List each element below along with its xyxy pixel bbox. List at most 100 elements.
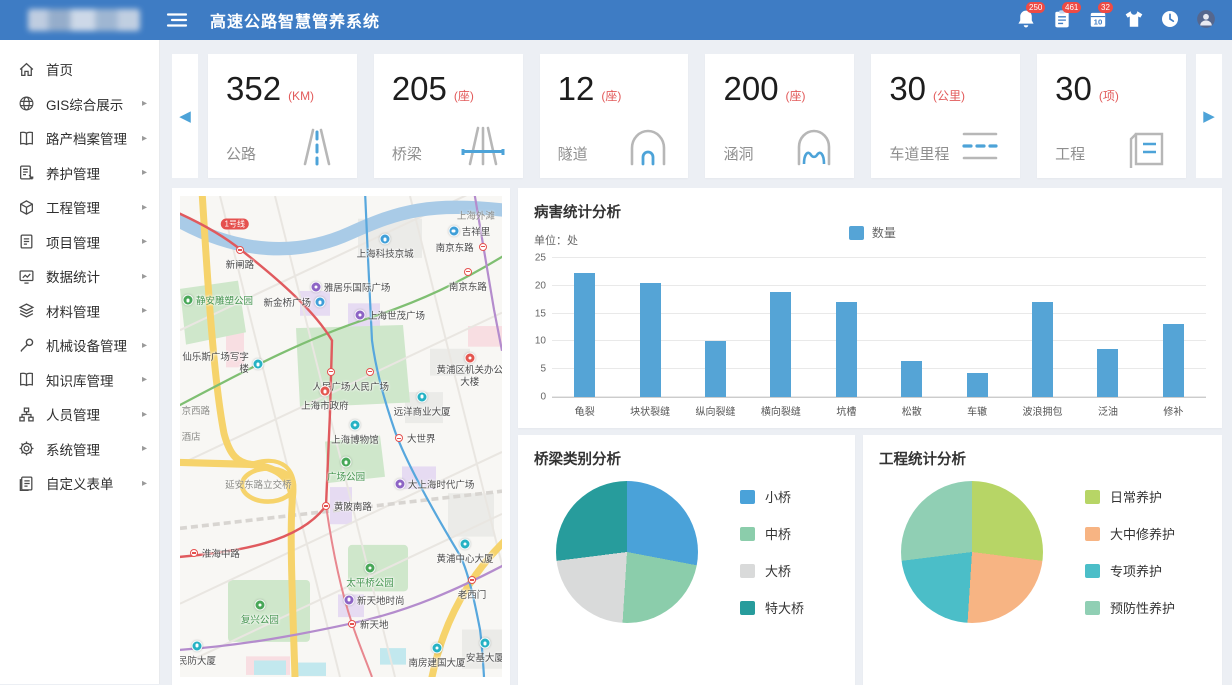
map-poi-marker xyxy=(364,562,375,573)
legend-item-日常养护[interactable]: 日常养护 xyxy=(1085,487,1175,506)
legend-item-特大桥[interactable]: 特大桥 xyxy=(740,598,804,617)
sidebar-item-知识库管理[interactable]: 知识库管理▸ xyxy=(0,363,159,398)
bar-纵向裂缝[interactable] xyxy=(683,258,748,397)
knowledge-icon xyxy=(18,371,35,388)
sidebar-item-工程管理[interactable]: 工程管理▸ xyxy=(0,190,159,225)
legend-item-专项养护[interactable]: 专项养护 xyxy=(1085,561,1175,580)
sidebar-item-自定义表单[interactable]: 自定义表单▸ xyxy=(0,466,159,501)
sidebar-item-系统管理[interactable]: 系统管理▸ xyxy=(0,432,159,467)
map-label: 新天地 xyxy=(360,617,389,631)
stat-card-公路[interactable]: 352(KM)公路 xyxy=(208,54,357,178)
map-poi-marker xyxy=(354,309,365,320)
legend-item-小桥[interactable]: 小桥 xyxy=(740,487,804,506)
bar-块状裂缝[interactable] xyxy=(617,258,682,397)
map-poi-marker xyxy=(464,353,475,364)
stat-card-车道里程[interactable]: 30(公里)车道里程 xyxy=(871,54,1020,178)
map-poi-marker xyxy=(349,419,360,430)
pie-legend: 小桥中桥大桥特大桥 xyxy=(740,487,804,617)
stat-card-工程[interactable]: 30(项) 工程 xyxy=(1037,54,1186,178)
calendar-icon[interactable]: 1032 xyxy=(1088,9,1110,31)
bar-value xyxy=(574,273,595,397)
legend-label: 大桥 xyxy=(765,561,791,580)
map-labels-layer: 上海外滩1号线新闸路上海科技京城吉祥里南京东路南京东路新金桥广场雅居乐国际广场上… xyxy=(180,196,502,677)
stat-card-涵洞[interactable]: 200(座)涵洞 xyxy=(705,54,854,178)
legend-item-大桥[interactable]: 大桥 xyxy=(740,561,804,580)
app-header: 高速公路智慧管养系统 2504611032 xyxy=(0,0,1232,40)
legend-swatch xyxy=(1085,564,1100,578)
sidebar-nav: 首页GIS综合展示▸路产档案管理▸养护管理▸工程管理▸项目管理▸数据统计▸材料管… xyxy=(0,40,160,684)
stat-cards-carousel: ◀ 352(KM)公路205(座)桥梁12(座)隧道200(座)涵洞30(公里)… xyxy=(172,54,1222,178)
bar-波浪拥包[interactable] xyxy=(1010,258,1075,397)
stat-value: 30(公里) xyxy=(889,70,1002,108)
legend-item-大中修养护[interactable]: 大中修养护 xyxy=(1085,524,1175,543)
legend-swatch xyxy=(1085,601,1100,615)
chart-legend[interactable]: 数量 xyxy=(849,224,896,241)
sidebar-item-label: 工程管理 xyxy=(46,197,142,217)
avatar-icon[interactable] xyxy=(1196,9,1218,31)
carousel-next-button[interactable]: ▶ xyxy=(1196,54,1222,178)
sidebar-item-人员管理[interactable]: 人员管理▸ xyxy=(0,397,159,432)
bell-icon[interactable]: 250 xyxy=(1016,9,1038,31)
sidebar-item-项目管理[interactable]: 项目管理▸ xyxy=(0,225,159,260)
legend-label: 日常养护 xyxy=(1110,487,1162,506)
map-label: 南京东路 xyxy=(449,279,487,293)
archive-icon xyxy=(18,130,35,147)
bar-泛油[interactable] xyxy=(1075,258,1140,397)
bridge-pie-chart[interactable] xyxy=(556,481,698,623)
project-pie-chart[interactable] xyxy=(901,481,1043,623)
bar-坑槽[interactable] xyxy=(814,258,879,397)
sidebar-item-首页[interactable]: 首页 xyxy=(0,52,159,87)
x-tick-label: 车辙 xyxy=(944,403,1009,418)
clipboard-icon[interactable]: 461 xyxy=(1052,9,1074,31)
legend-swatch xyxy=(740,564,755,578)
bar-修补[interactable] xyxy=(1141,258,1206,397)
x-tick-label: 坑槽 xyxy=(814,403,879,418)
stat-cards: 352(KM)公路205(座)桥梁12(座)隧道200(座)涵洞30(公里)车道… xyxy=(208,54,1186,178)
shirt-icon[interactable] xyxy=(1124,9,1146,31)
map-label: 上海世茂广场 xyxy=(368,308,425,322)
legend-label: 中桥 xyxy=(765,524,791,543)
metro-station-marker xyxy=(479,243,487,251)
bar-value xyxy=(640,283,661,397)
y-tick-label: 20 xyxy=(522,280,546,291)
stat-card-隧道[interactable]: 12(座)隧道 xyxy=(540,54,689,178)
map-label: 新天地时尚 xyxy=(357,593,405,607)
chevron-right-icon: ▸ xyxy=(142,236,147,247)
notification-badge: 250 xyxy=(1026,2,1045,13)
y-tick-label: 5 xyxy=(522,364,546,375)
map-label: 人民广场 xyxy=(351,379,389,393)
legend-item-预防性养护[interactable]: 预防性养护 xyxy=(1085,598,1175,617)
sidebar-item-数据统计[interactable]: 数据统计▸ xyxy=(0,259,159,294)
sidebar-item-label: 机械设备管理 xyxy=(46,335,142,355)
sidebar-item-养护管理[interactable]: 养护管理▸ xyxy=(0,156,159,191)
bar-value xyxy=(770,292,791,397)
panel-title: 病害统计分析 xyxy=(518,188,1222,222)
stat-value: 30(项) xyxy=(1055,70,1168,108)
map-poi-marker xyxy=(252,359,263,370)
stat-label: 工程 xyxy=(1055,143,1085,164)
sidebar-item-label: 养护管理 xyxy=(46,163,142,183)
legend-item-中桥[interactable]: 中桥 xyxy=(740,524,804,543)
bar-松散[interactable] xyxy=(879,258,944,397)
clock-icon[interactable] xyxy=(1160,9,1182,31)
legend-label: 特大桥 xyxy=(765,598,804,617)
map-road-label: 京西路 xyxy=(182,403,211,417)
map-label: 黄陂南路 xyxy=(334,499,372,513)
bar-value xyxy=(1163,324,1184,397)
hamburger-menu-icon[interactable] xyxy=(166,12,188,28)
bar-横向裂缝[interactable] xyxy=(748,258,813,397)
bar-龟裂[interactable] xyxy=(552,258,617,397)
stat-unit: (座) xyxy=(601,89,621,103)
city-map[interactable]: 上海外滩1号线新闸路上海科技京城吉祥里南京东路南京东路新金桥广场雅居乐国际广场上… xyxy=(180,196,502,677)
bar-value xyxy=(901,361,922,397)
disease-stats-panel: 病害统计分析 单位：处 数量 0510152025 龟裂块状裂缝纵向裂缝横向裂缝… xyxy=(518,188,1222,428)
bar-车辙[interactable] xyxy=(944,258,1009,397)
sidebar-item-机械设备管理[interactable]: 机械设备管理▸ xyxy=(0,328,159,363)
sidebar-item-GIS综合展示[interactable]: GIS综合展示▸ xyxy=(0,87,159,122)
stat-card-桥梁[interactable]: 205(座)桥梁 xyxy=(374,54,523,178)
y-tick-label: 15 xyxy=(522,308,546,319)
sidebar-item-材料管理[interactable]: 材料管理▸ xyxy=(0,294,159,329)
map-road-label: 延安东路立交桥 xyxy=(225,477,292,491)
sidebar-item-路产档案管理[interactable]: 路产档案管理▸ xyxy=(0,121,159,156)
carousel-prev-button[interactable]: ◀ xyxy=(172,54,198,178)
